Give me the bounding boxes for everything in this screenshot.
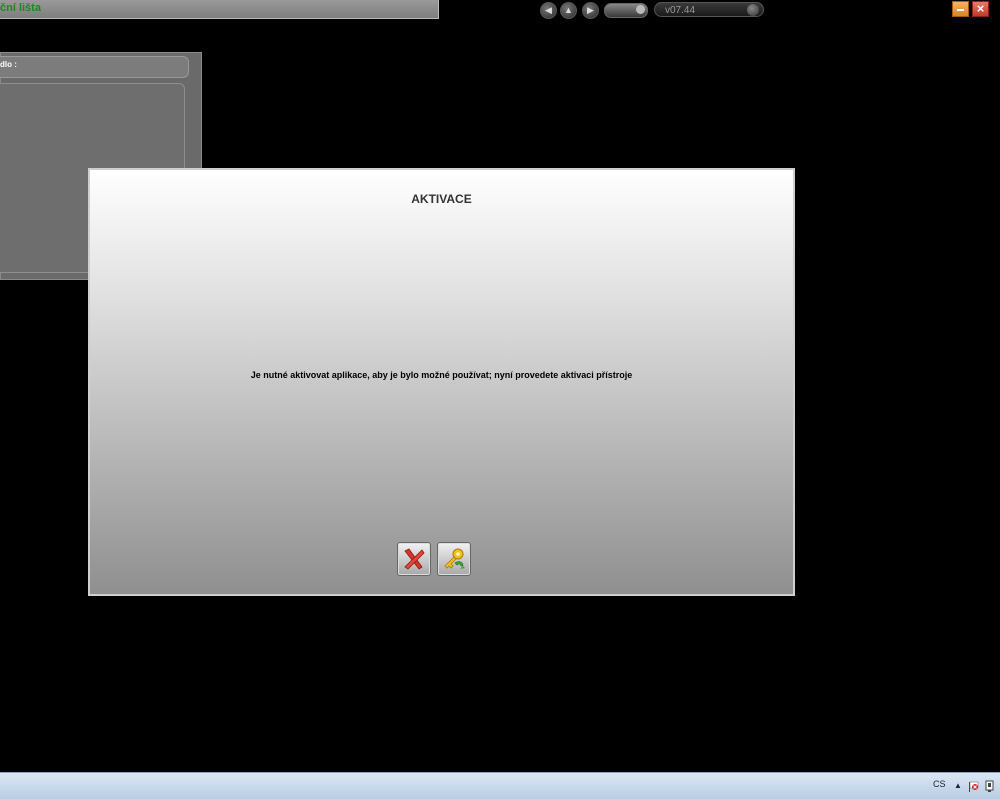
right-arrow-icon[interactable]: ▶ (582, 2, 599, 19)
minimize-button[interactable] (952, 1, 969, 17)
left-arrow-icon[interactable]: ◀ (540, 2, 557, 19)
power-icon[interactable] (747, 4, 759, 16)
version-text: v07.44 (665, 5, 696, 16)
action-center-flag-icon[interactable] (968, 781, 979, 792)
close-button[interactable]: × (972, 1, 989, 17)
background-field-label: dlo : (0, 60, 17, 69)
activate-button[interactable] (437, 542, 471, 576)
home-icon[interactable]: ▲ (560, 2, 577, 19)
volume-slider[interactable] (604, 3, 648, 18)
dialog-message: Je nutné aktivovat aplikace, aby je bylo… (250, 370, 633, 380)
network-icon[interactable] (984, 780, 995, 793)
tray-expand-icon[interactable]: ▲ (954, 781, 962, 790)
top-bar: ční lišta ◀ ▲ ▶ v07.44 × (0, 0, 1000, 20)
version-display: v07.44 (654, 2, 764, 17)
window-title: ční lišta (0, 2, 41, 14)
background-field: dlo : (0, 56, 189, 78)
red-x-icon (404, 548, 425, 570)
cancel-button[interactable] (397, 542, 431, 576)
slider-knob[interactable] (636, 5, 645, 14)
title-tab: ční lišta (0, 0, 439, 19)
dialog-title: AKTIVACE (411, 192, 472, 206)
activation-dialog: AKTIVACE Je nutné aktivovat aplikace, ab… (88, 168, 795, 596)
taskbar: CS ▲ (0, 772, 1000, 799)
language-indicator[interactable]: CS (933, 779, 946, 789)
key-icon (444, 548, 465, 569)
